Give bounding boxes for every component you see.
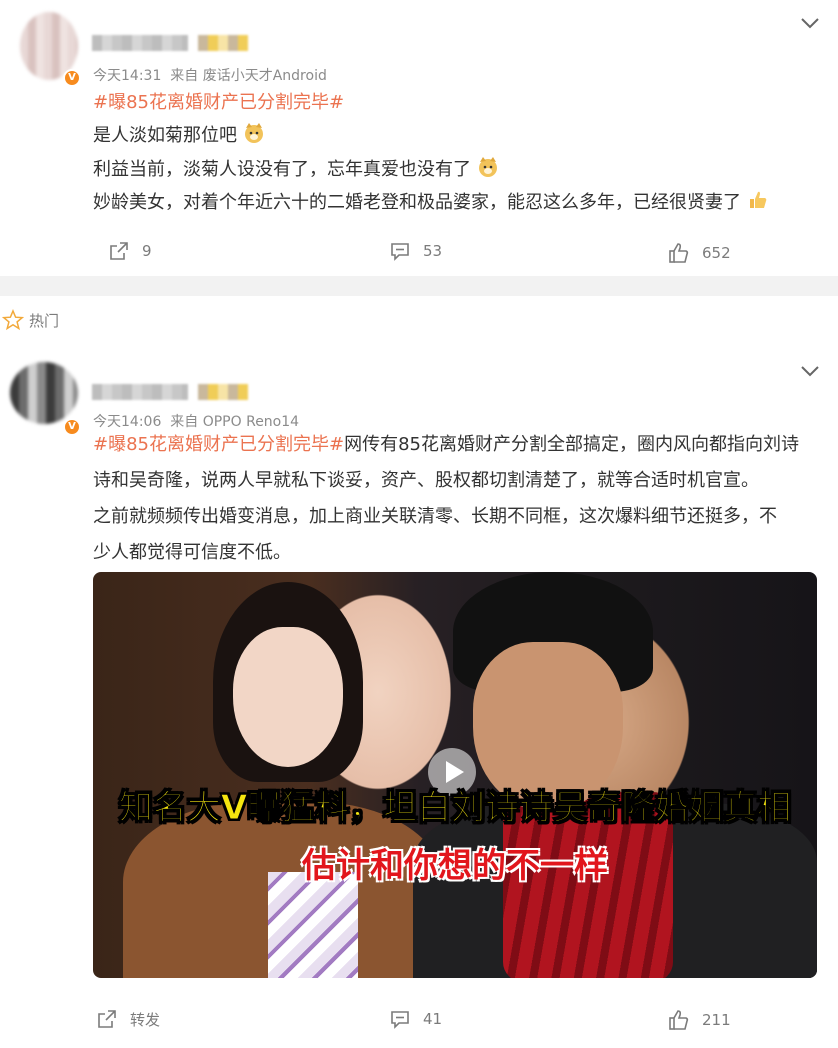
user-level-badge-redacted <box>198 35 248 51</box>
post-text-line: #曝85花离婚财产已分割完毕#网传有85花离婚财产分割全部搞定，圈内风向都指向刘… <box>93 434 799 455</box>
chevron-down-icon[interactable] <box>800 16 820 30</box>
repost-button[interactable]: 9 <box>108 240 152 262</box>
post-text-line: 是人淡如菊那位吧 <box>93 118 265 153</box>
like-button[interactable]: 652 <box>668 242 731 264</box>
doge-emoji-icon <box>244 123 263 143</box>
post-meta: 今天14:31 来自 废话小天才Android <box>93 65 327 85</box>
thumbs-up-icon <box>669 1010 689 1030</box>
post-source: 来自 废话小天才Android <box>170 68 327 84</box>
repost-label: 转发 <box>130 1010 161 1029</box>
user-level-badge-redacted <box>198 384 248 400</box>
comment-count: 41 <box>423 1010 443 1028</box>
hashtag-link[interactable]: #曝85花离婚财产已分割完毕# <box>93 434 344 455</box>
post-time: 今天14:31 <box>93 68 162 84</box>
video-thumbnail[interactable]: 知名大V曝猛料，坦白刘诗诗吴奇隆婚姻真相 估计和你想的不一样 <box>93 572 817 978</box>
username-redacted[interactable] <box>92 384 188 400</box>
share-icon <box>110 242 128 260</box>
post-text-line: 利益当前，淡菊人设没有了，忘年真爱也没有了 <box>93 152 499 187</box>
post-text-line: #曝85花离婚财产已分割完毕# <box>93 85 344 120</box>
post-text-line: 少人都觉得可信度不低。 <box>93 542 291 563</box>
comment-button[interactable]: 41 <box>389 1008 442 1030</box>
verified-badge-icon: V <box>63 418 81 436</box>
comment-count: 53 <box>423 242 443 260</box>
post-text-line: 诗和吴奇隆，说两人早就私下谈妥，资产、股权都切割清楚了，就等合适时机官宣。 <box>93 470 759 491</box>
repost-count: 9 <box>142 242 152 260</box>
doge-emoji-icon <box>478 157 497 177</box>
comment-icon <box>391 243 409 261</box>
thumbs-up-icon <box>669 243 689 263</box>
username-redacted[interactable] <box>92 35 188 51</box>
section-header-hot: 热门 <box>0 296 838 343</box>
video-caption-red: 估计和你想的不一样 <box>302 846 608 886</box>
post-text-line: 妙龄美女，对着个年近六十的二婚老登和极品婆家，能忍这么多年，已经很贤妻了 <box>93 185 769 220</box>
repost-button[interactable]: 转发 <box>96 1008 160 1030</box>
verified-badge-icon: V <box>63 69 81 87</box>
section-label: 热门 <box>29 312 60 330</box>
chevron-down-icon[interactable] <box>800 364 820 378</box>
thumbnail-figure <box>268 872 358 978</box>
post-card-1: V 今天14:31 来自 废话小天才Android #曝85花离婚财产已分割完毕… <box>0 0 838 276</box>
like-count: 652 <box>702 244 731 262</box>
like-button[interactable]: 211 <box>668 1009 731 1031</box>
hashtag-link[interactable]: #曝85花离婚财产已分割完毕# <box>93 92 344 113</box>
video-caption-yellow: 知名大V曝猛料，坦白刘诗诗吴奇隆婚姻真相 <box>118 788 792 829</box>
post-text-line: 之前就频频传出婚变消息，加上商业关联清零、长期不同框，这次爆料细节还挺多，不 <box>93 506 777 527</box>
comment-button[interactable]: 53 <box>389 240 442 262</box>
avatar[interactable] <box>10 362 78 424</box>
thumbs-up-emoji-icon <box>749 191 767 208</box>
like-count: 211 <box>702 1011 731 1029</box>
share-icon <box>98 1010 116 1028</box>
comment-icon <box>391 1011 409 1029</box>
thumbnail-figure <box>233 627 343 767</box>
star-outline-icon <box>2 309 24 331</box>
